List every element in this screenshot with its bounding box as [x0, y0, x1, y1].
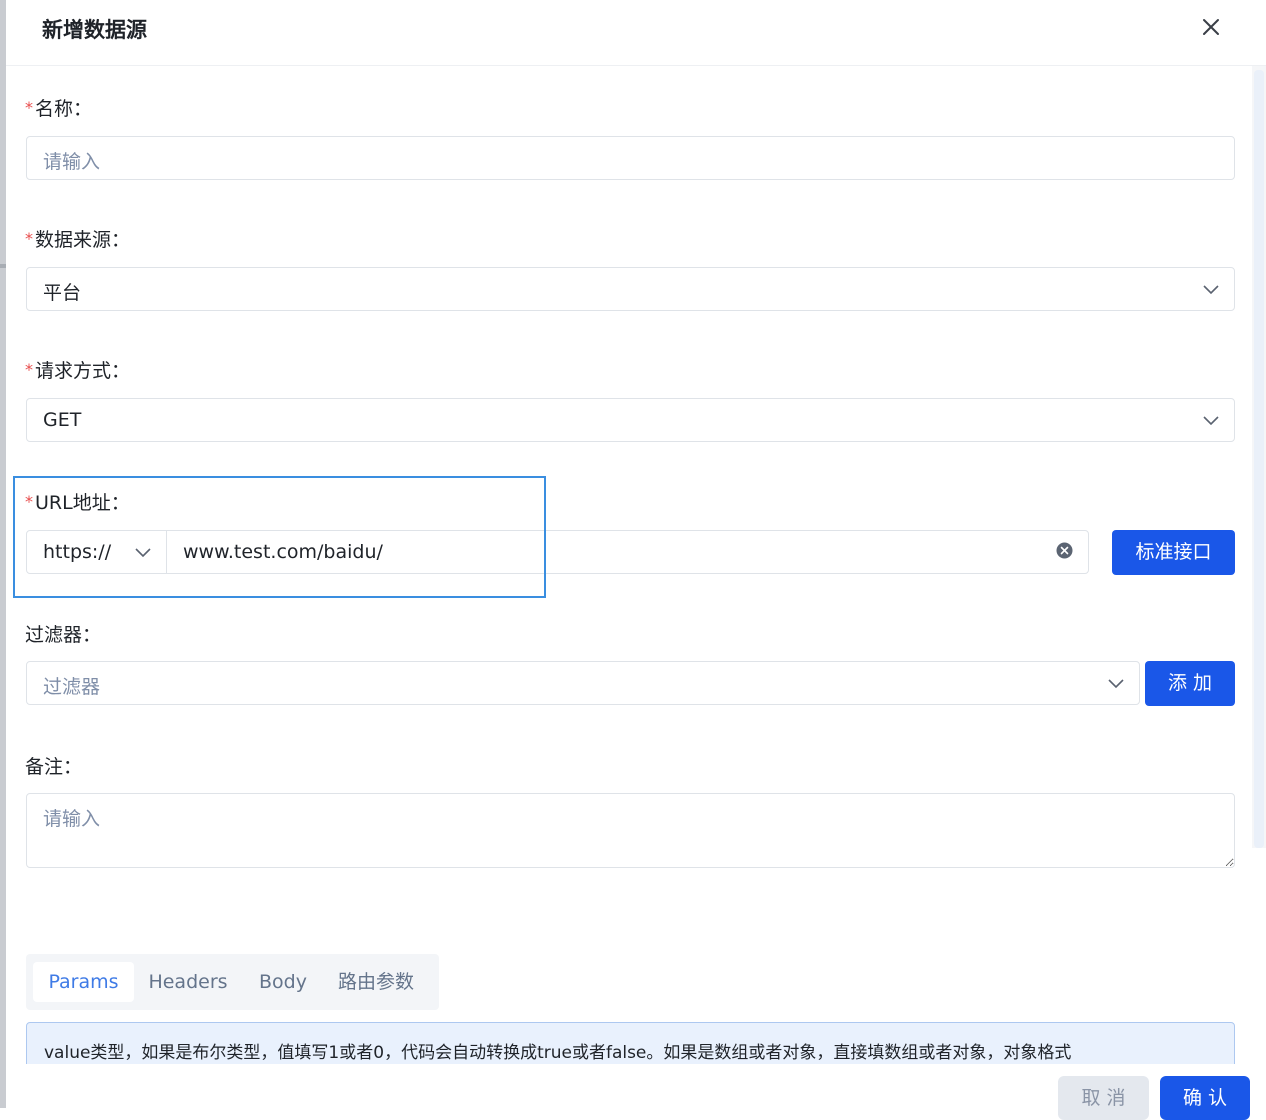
close-icon	[1203, 19, 1219, 35]
remark-textarea[interactable]	[26, 793, 1235, 868]
chevron-down-icon	[1203, 285, 1219, 295]
url-value: www.test.com/baidu/	[183, 541, 383, 563]
required-mark: *	[25, 360, 33, 379]
tab-params[interactable]: Params	[33, 962, 134, 1002]
data-source-select[interactable]: 平台	[26, 267, 1235, 311]
clear-icon[interactable]	[1056, 542, 1073, 559]
name-input-placeholder: 请输入	[43, 151, 101, 173]
scrollbar-thumb[interactable]	[1254, 70, 1264, 848]
cancel-button[interactable]: 取 消	[1058, 1076, 1149, 1120]
chevron-down-icon	[135, 548, 151, 558]
vertical-scrollbar[interactable]	[1252, 66, 1266, 848]
filter-placeholder: 过滤器	[43, 676, 101, 698]
dialog-title: 新增数据源	[42, 18, 147, 42]
background-overlay-edge	[0, 0, 6, 1108]
chevron-down-icon	[1203, 416, 1219, 426]
required-mark: *	[25, 492, 33, 511]
remark-label: 备注：	[25, 756, 83, 778]
chevron-down-icon	[1108, 679, 1124, 689]
tab-route-params[interactable]: 路由参数	[328, 962, 424, 1002]
method-select[interactable]: GET	[26, 398, 1235, 442]
standard-interface-button[interactable]: 标准接口	[1112, 530, 1235, 575]
data-source-label: * 数据来源：	[25, 229, 131, 251]
method-label: * 请求方式：	[25, 360, 131, 382]
method-value: GET	[43, 409, 82, 431]
name-input[interactable]: 请输入	[26, 136, 1235, 180]
info-text: value类型，如果是布尔类型，值填写1或者0，代码会自动转换成true或者fa…	[44, 1043, 1072, 1063]
tab-headers[interactable]: Headers	[138, 962, 238, 1002]
filter-label: 过滤器：	[25, 624, 102, 646]
close-button[interactable]	[1200, 16, 1222, 38]
add-filter-button[interactable]: 添 加	[1145, 661, 1235, 706]
url-label: * URL地址：	[25, 492, 130, 514]
protocol-value: https://	[43, 541, 112, 563]
param-tabs: Params Headers Body 路由参数	[26, 954, 439, 1010]
required-mark: *	[25, 98, 33, 117]
filter-select[interactable]: 过滤器	[26, 661, 1140, 705]
tab-body[interactable]: Body	[248, 962, 318, 1002]
confirm-button[interactable]: 确 认	[1160, 1076, 1250, 1120]
dialog-header: 新增数据源	[6, 0, 1266, 66]
name-label: * 名称：	[25, 98, 93, 120]
url-input[interactable]: www.test.com/baidu/	[166, 530, 1089, 574]
overlay-mark	[0, 264, 6, 268]
protocol-select[interactable]: https://	[26, 530, 167, 574]
required-mark: *	[25, 229, 33, 248]
data-source-value: 平台	[43, 282, 82, 304]
